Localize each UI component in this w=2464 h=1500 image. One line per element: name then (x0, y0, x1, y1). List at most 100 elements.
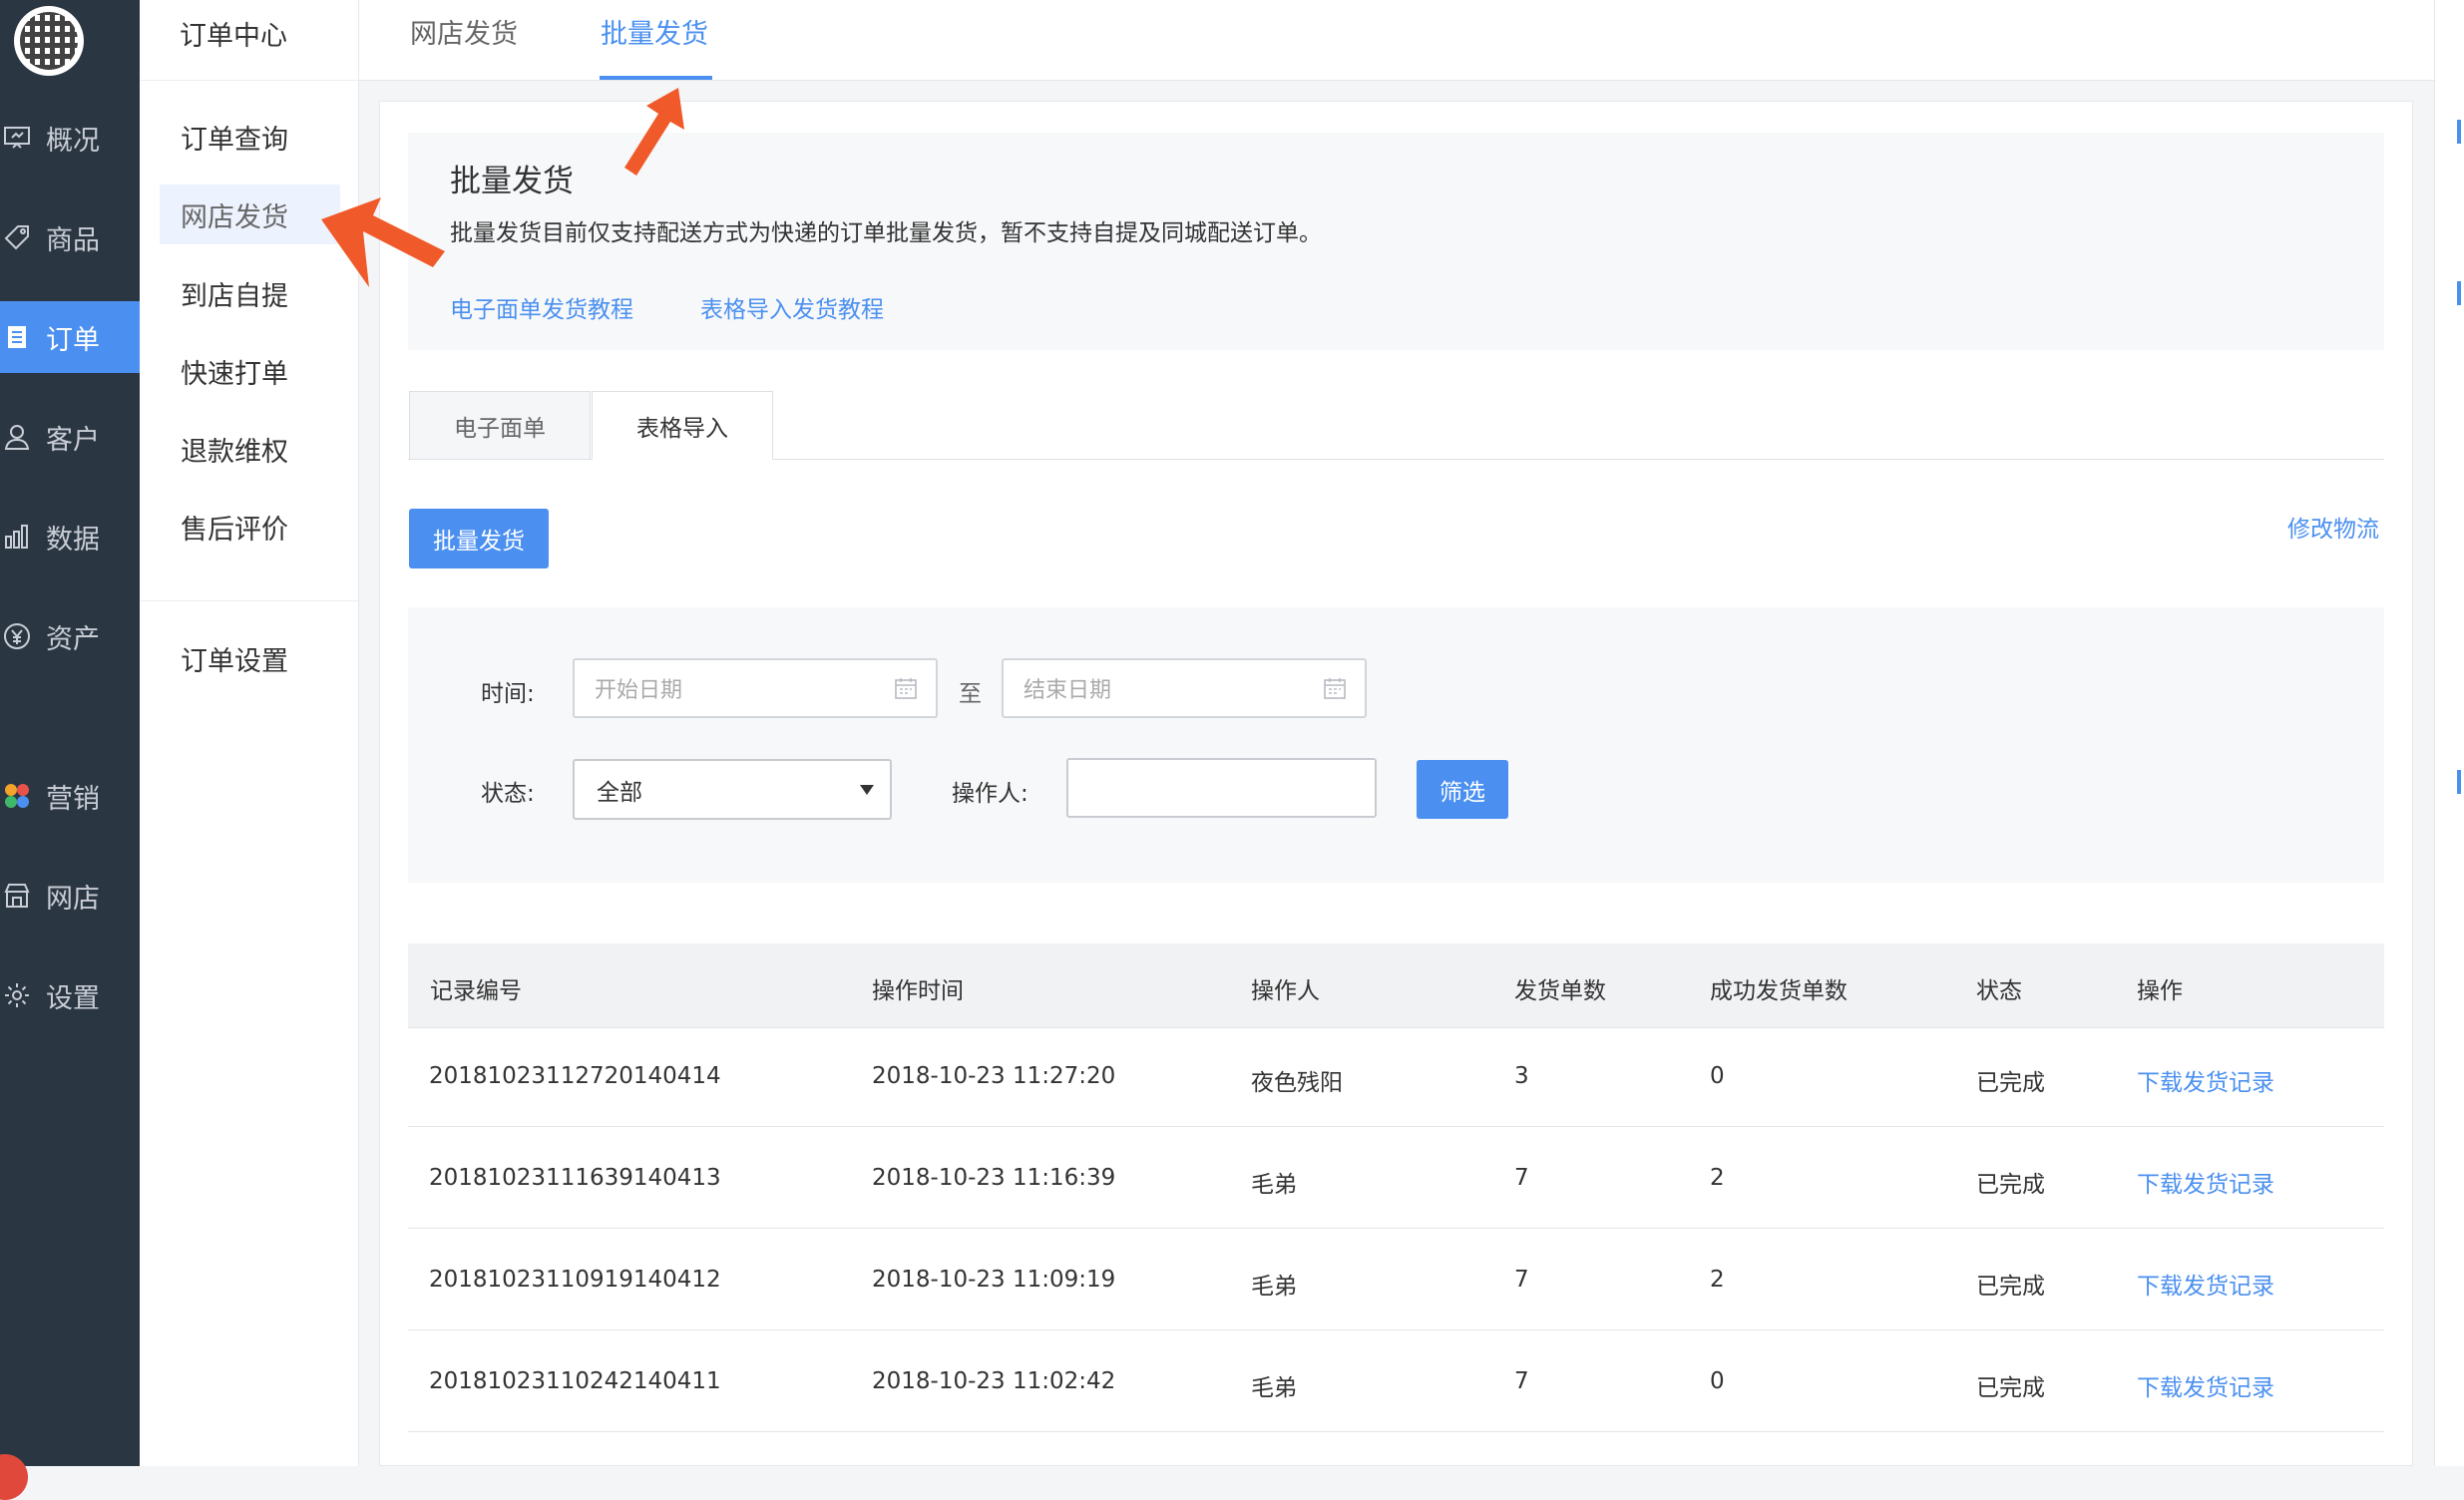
ship-count: 3 (1514, 1063, 1529, 1089)
sidebar-item-order-settings[interactable]: 订单设置 (160, 628, 340, 688)
active-tab-indicator (600, 76, 712, 80)
annotation-arrow-icon (321, 197, 445, 287)
annotation-arrow-icon (624, 88, 684, 176)
record-id: 20181023110242140411 (429, 1368, 721, 1394)
presentation-icon (2, 123, 32, 153)
sidebar-item-quick-print[interactable]: 快速打单 (160, 341, 340, 401)
download-record-link[interactable]: 下载发货记录 (2137, 1368, 2274, 1402)
yen-icon (2, 621, 32, 651)
sidebar-item-online-shipping[interactable]: 网店发货 (160, 185, 340, 244)
waybill-tutorial-link[interactable]: 电子面单发货教程 (450, 290, 633, 324)
nav-item-data[interactable]: 数据 (0, 501, 140, 572)
column-header: 状态 (1976, 978, 2022, 1004)
row-divider (408, 1228, 2384, 1229)
document-icon (2, 322, 32, 352)
operation-time: 2018-10-23 11:09:19 (872, 1267, 1116, 1293)
download-record-link[interactable]: 下载发货记录 (2137, 1063, 2274, 1097)
divider (140, 600, 358, 601)
sidebar-item-order-query[interactable]: 订单查询 (160, 107, 340, 167)
success-count: 2 (1710, 1267, 1725, 1293)
filter-button[interactable]: 筛选 (1417, 760, 1508, 819)
import-tutorial-link[interactable]: 表格导入发货教程 (700, 290, 884, 324)
nav-item-customers[interactable]: 客户 (0, 401, 140, 473)
gear-icon (2, 980, 32, 1010)
column-header: 发货单数 (1514, 978, 1606, 1004)
nav-item-label: 营销 (46, 783, 100, 815)
marker (2457, 281, 2461, 305)
ship-count: 7 (1514, 1165, 1529, 1191)
batch-ship-button[interactable]: 批量发货 (409, 509, 549, 568)
record-id: 20181023112720140414 (429, 1063, 721, 1089)
column-header: 成功发货单数 (1710, 978, 1848, 1004)
nav-item-settings[interactable]: 设置 (0, 959, 140, 1031)
sidebar-item-store-pickup[interactable]: 到店自提 (160, 263, 340, 323)
operator: 毛弟 (1251, 1172, 1297, 1198)
start-date-placeholder: 开始日期 (595, 678, 683, 703)
operation-time: 2018-10-23 11:16:39 (872, 1165, 1116, 1191)
nav-item-marketing[interactable]: 营销 (0, 760, 140, 832)
tab-spreadsheet-import[interactable]: 表格导入 (592, 391, 773, 460)
column-header: 操作时间 (872, 978, 964, 1004)
row-divider (408, 1126, 2384, 1127)
modify-logistics-link[interactable]: 修改物流 (2287, 510, 2379, 544)
divider (140, 80, 358, 81)
top-tab-bar: 网店发货 批量发货 (359, 0, 2434, 81)
status-label: 状态: (481, 781, 535, 807)
caret-down-icon (860, 785, 874, 795)
status-select[interactable]: 全部 (573, 759, 892, 820)
shop-logo-icon[interactable] (14, 6, 84, 76)
download-record-link[interactable]: 下载发货记录 (2137, 1267, 2274, 1301)
tab-batch-shipping[interactable]: 批量发货 (601, 12, 708, 51)
store-icon (2, 881, 32, 911)
status-text: 已完成 (1976, 1375, 2045, 1401)
tab-electronic-waybill[interactable]: 电子面单 (409, 391, 591, 460)
status-text: 已完成 (1976, 1172, 2045, 1198)
column-header: 操作 (2137, 978, 2183, 1004)
status-select-value: 全部 (597, 779, 642, 806)
nav-item-products[interactable]: 商品 (0, 201, 140, 273)
calendar-icon (895, 678, 917, 699)
colored-dots-icon (2, 781, 32, 811)
tag-icon (2, 222, 32, 252)
download-record-link[interactable]: 下载发货记录 (2137, 1165, 2274, 1199)
end-date-input[interactable]: 结束日期 (1002, 658, 1367, 718)
record-id: 20181023110919140412 (429, 1267, 721, 1293)
nav-item-assets[interactable]: 资产 (0, 600, 140, 672)
nav-item-overview[interactable]: 概况 (0, 102, 140, 174)
bar-chart-icon (2, 522, 32, 552)
page-title: 批量发货 (450, 164, 574, 199)
start-date-input[interactable]: 开始日期 (573, 658, 938, 718)
notification-dot-icon[interactable] (0, 1454, 28, 1500)
status-text: 已完成 (1976, 1274, 2045, 1300)
operator-input[interactable] (1066, 758, 1377, 818)
to-label: 至 (959, 681, 982, 707)
nav-item-label: 客户 (46, 424, 100, 456)
operator-label: 操作人: (952, 781, 1028, 807)
row-divider (408, 1329, 2384, 1330)
sidebar-item-refunds[interactable]: 退款维权 (160, 419, 340, 479)
operator: 毛弟 (1251, 1375, 1297, 1401)
column-header: 记录编号 (430, 978, 522, 1004)
end-date-placeholder: 结束日期 (1024, 678, 1112, 703)
sidebar-item-reviews[interactable]: 售后评价 (160, 497, 340, 557)
nav-item-label: 设置 (46, 982, 100, 1014)
operator: 夜色残阳 (1251, 1070, 1343, 1096)
nav-item-label: 数据 (46, 524, 100, 556)
nav-item-label: 资产 (46, 623, 100, 655)
tab-online-shipping[interactable]: 网店发货 (410, 12, 518, 51)
right-panel-edge (2434, 0, 2464, 1466)
nav-item-orders[interactable]: 订单 (0, 301, 140, 373)
nav-item-label: 商品 (46, 224, 100, 256)
nav-item-label: 网店 (46, 883, 100, 915)
success-count: 0 (1710, 1063, 1725, 1089)
status-text: 已完成 (1976, 1070, 2045, 1096)
primary-sidebar: 概况 商品 订单 客户 数据 资产 营销 网店 设置 (0, 0, 140, 1500)
success-count: 2 (1710, 1165, 1725, 1191)
section-title: 订单中心 (180, 21, 287, 52)
calendar-icon (1324, 678, 1346, 699)
operation-time: 2018-10-23 11:02:42 (872, 1368, 1116, 1394)
ship-count: 7 (1514, 1368, 1529, 1394)
person-icon (2, 422, 32, 452)
nav-item-label: 订单 (46, 324, 100, 356)
nav-item-store[interactable]: 网店 (0, 860, 140, 932)
